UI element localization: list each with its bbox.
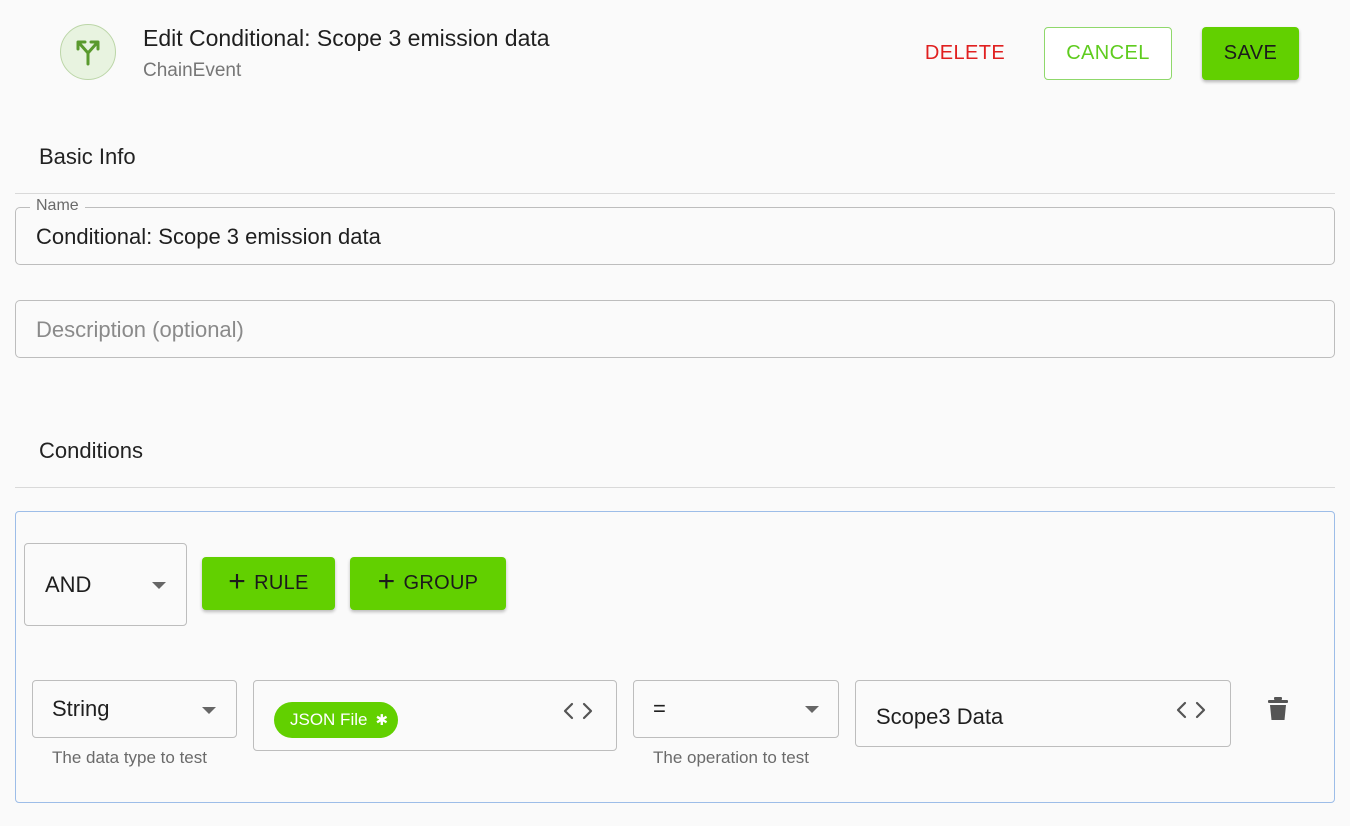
data-type-helper: The data type to test: [52, 748, 207, 767]
description-placeholder[interactable]: Description (optional): [36, 317, 244, 343]
asterisk-icon: ✱: [375, 712, 389, 729]
add-group-button[interactable]: + GROUP: [350, 557, 506, 610]
value-input[interactable]: Scope3 Data: [855, 680, 1231, 747]
add-rule-label: RULE: [254, 572, 309, 594]
delete-button[interactable]: DELETE: [912, 30, 1018, 76]
add-group-label: GROUP: [403, 572, 479, 594]
divider: [15, 193, 1335, 194]
description-field[interactable]: Description (optional): [15, 300, 1335, 358]
code-icon[interactable]: [562, 701, 594, 721]
value-text[interactable]: Scope3 Data: [876, 704, 1003, 730]
name-field[interactable]: Name Conditional: Scope 3 emission data: [15, 197, 1335, 265]
basic-info-heading: Basic Info: [39, 144, 136, 169]
fork-arrows-icon: [76, 40, 100, 66]
chevron-down-icon: [805, 706, 819, 713]
save-button[interactable]: SAVE: [1202, 27, 1299, 80]
combinator-value: AND: [45, 572, 92, 597]
divider: [15, 487, 1335, 488]
plus-icon: +: [228, 565, 247, 598]
page-title: Edit Conditional: Scope 3 emission data: [143, 25, 550, 51]
field-chip-label: JSON File: [290, 710, 368, 729]
chevron-down-icon: [202, 707, 216, 714]
trash-icon[interactable]: [1268, 697, 1288, 721]
add-rule-button[interactable]: + RULE: [202, 557, 335, 610]
operator-select[interactable]: =: [633, 680, 839, 738]
plus-icon: +: [377, 565, 396, 598]
data-type-value: String: [52, 696, 110, 721]
name-field-value[interactable]: Conditional: Scope 3 emission data: [36, 224, 381, 250]
cancel-button[interactable]: CANCEL: [1044, 27, 1172, 80]
code-icon[interactable]: [1175, 700, 1207, 720]
operator-value: =: [653, 696, 666, 721]
page-subtitle: ChainEvent: [143, 60, 242, 81]
data-type-select[interactable]: String: [32, 680, 237, 738]
operator-helper: The operation to test: [653, 748, 809, 767]
conditional-icon: [60, 24, 116, 80]
chevron-down-icon: [152, 582, 166, 589]
conditions-heading: Conditions: [39, 438, 143, 463]
name-field-label: Name: [30, 197, 85, 215]
combinator-select[interactable]: AND: [24, 543, 187, 626]
field-selector[interactable]: JSON File ✱: [253, 680, 617, 751]
field-chip[interactable]: JSON File ✱: [274, 702, 399, 738]
